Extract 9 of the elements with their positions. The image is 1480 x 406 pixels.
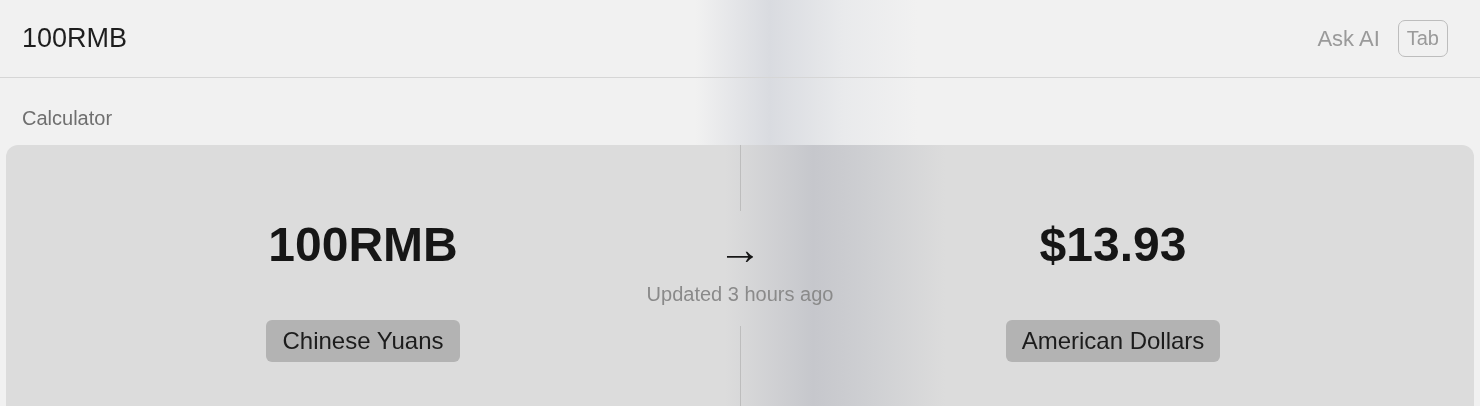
result-unit-tag: American Dollars [1005,320,1221,362]
source-amount: 100RMB [268,217,458,273]
source-unit-tag: Chinese Yuans [266,320,460,362]
arrow-glyph: → [718,223,762,275]
updated-text: Updated 3 hours ago [646,283,834,306]
tab-key-hint: Tab [1397,20,1448,57]
search-field[interactable]: 100RMB [22,18,1300,59]
result-amount: $13.93 [1039,217,1187,273]
section-title: Calculator [22,107,113,129]
